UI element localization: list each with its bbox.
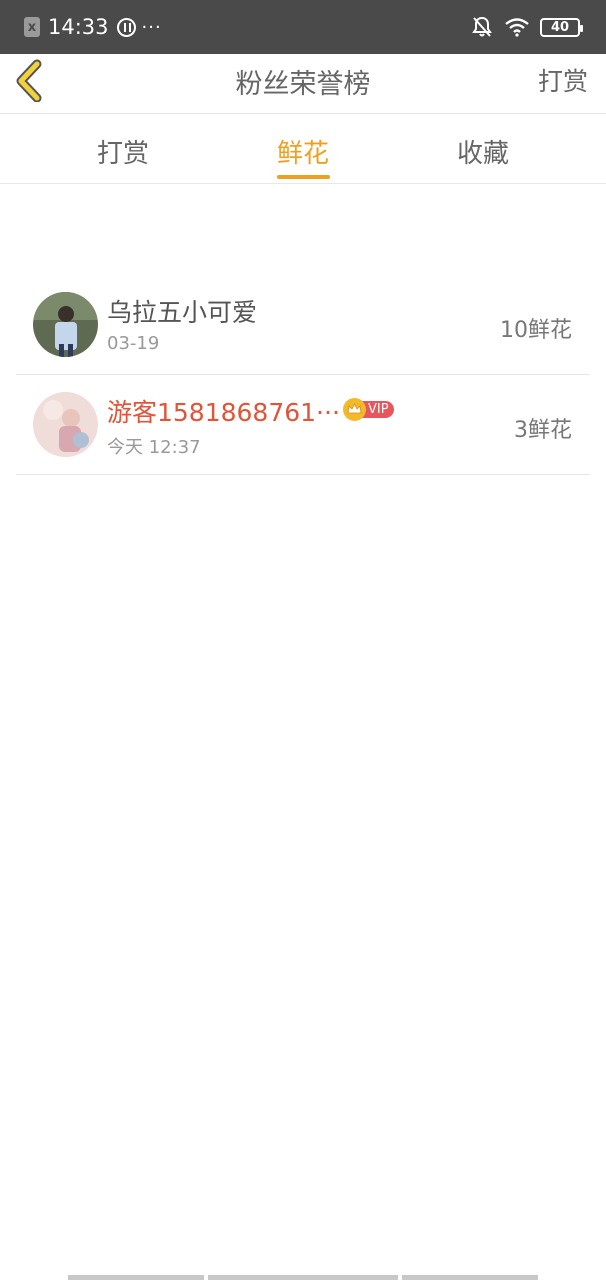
notification-icon: x (24, 17, 40, 37)
tab-label: 收藏 (456, 139, 509, 169)
list-item[interactable]: 游客1581868761··· VIP 今天 12:37 3鲜花 (16, 375, 590, 475)
status-left: x 14:33 ··· (24, 13, 162, 41)
tab-flowers[interactable]: 鲜花 (243, 115, 363, 183)
avatar[interactable] (33, 292, 98, 357)
avatar[interactable] (33, 392, 98, 457)
battery-level: 40 (550, 19, 570, 35)
status-time: 14:33 (48, 15, 109, 39)
reward-button[interactable]: 打赏 (538, 62, 588, 98)
more-notifications-icon: ··· (141, 16, 162, 38)
bell-off-icon (472, 16, 492, 37)
bottom-nav-segment (68, 1275, 204, 1280)
tab-favorites[interactable]: 收藏 (423, 115, 543, 183)
vip-badge: VIP (343, 397, 394, 421)
wifi-icon (505, 18, 529, 37)
tab-label: 鲜花 (276, 139, 329, 169)
username: 乌拉五小可爱 (107, 298, 258, 327)
title-bar: 粉丝荣誉榜 打赏 (0, 54, 606, 114)
page-title: 粉丝荣誉榜 (235, 69, 371, 100)
list-item[interactable]: 乌拉五小可爱 03-19 10鲜花 (16, 275, 590, 375)
active-tab-indicator (277, 175, 330, 179)
username: 游客1581868761··· (107, 398, 340, 427)
data-saver-icon (116, 17, 136, 37)
item-date: 今天 12:37 (107, 437, 201, 458)
status-right: 40 (472, 14, 583, 40)
bottom-nav-segment (208, 1275, 398, 1280)
avatar-image (33, 392, 98, 457)
tab-bar: 打赏 鲜花 收藏 (0, 115, 606, 184)
battery-icon: 40 (540, 17, 583, 37)
item-date: 03-19 (107, 333, 160, 354)
fan-list: 乌拉五小可爱 03-19 10鲜花 游客1581868761··· VIP 今天… (16, 275, 590, 475)
crown-icon (343, 397, 366, 421)
flower-count: 3鲜花 (514, 418, 572, 443)
bottom-nav-segment (402, 1275, 538, 1280)
tab-label: 打赏 (96, 139, 149, 169)
status-bar: x 14:33 ··· 40 (0, 0, 606, 54)
avatar-image (33, 292, 98, 357)
tab-reward[interactable]: 打赏 (63, 115, 183, 183)
flower-count: 10鲜花 (500, 318, 572, 343)
